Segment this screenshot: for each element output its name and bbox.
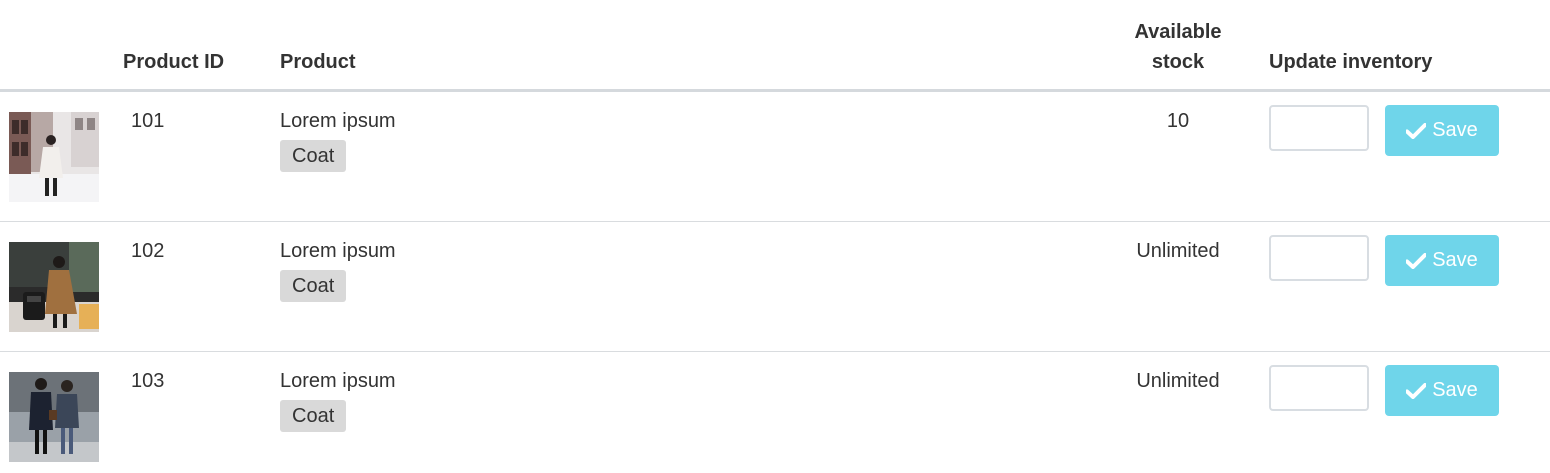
available-stock: Unlimited [1136,370,1220,392]
table-row: 101 Lorem ipsum Coat 10 Save [0,92,1550,222]
available-stock: 10 [1166,110,1190,132]
save-button[interactable]: Save [1385,105,1499,156]
checkmark-icon [1406,122,1427,139]
product-name: Lorem ipsum [280,110,396,132]
product-photo-icon [9,372,99,462]
inventory-table: Product ID Product Available stock Updat… [0,0,1550,473]
header-product-id: Product ID [123,51,225,73]
product-thumbnail [9,372,99,462]
quantity-input[interactable] [1269,235,1369,281]
header-product: Product [280,51,356,73]
quantity-input[interactable] [1269,105,1369,151]
save-button-label: Save [1432,379,1478,401]
product-photo-icon [9,112,99,202]
save-button[interactable]: Save [1385,365,1499,416]
product-id: 101 [131,110,165,132]
available-stock: Unlimited [1136,240,1220,262]
product-id: 103 [131,370,165,392]
product-thumbnail [9,112,99,202]
category-tag: Coat [280,400,347,432]
checkmark-icon [1406,252,1427,269]
category-tag: Coat [280,270,347,302]
product-thumbnail [9,242,99,332]
save-button-label: Save [1432,119,1478,141]
table-header: Product ID Product Available stock Updat… [0,0,1550,92]
save-button[interactable]: Save [1385,235,1499,286]
header-available-stock: Available stock [1134,21,1222,73]
product-name: Lorem ipsum [280,240,396,262]
category-tag: Coat [280,140,347,172]
product-photo-icon [9,242,99,332]
product-name: Lorem ipsum [280,370,396,392]
table-row: 102 Lorem ipsum Coat Unlimited Save [0,222,1550,352]
quantity-input[interactable] [1269,365,1369,411]
checkmark-icon [1406,382,1427,399]
table-row: 103 Lorem ipsum Coat Unlimited Save [0,352,1550,473]
product-id: 102 [131,240,165,262]
save-button-label: Save [1432,249,1478,271]
header-update-inventory: Update inventory [1269,51,1433,73]
